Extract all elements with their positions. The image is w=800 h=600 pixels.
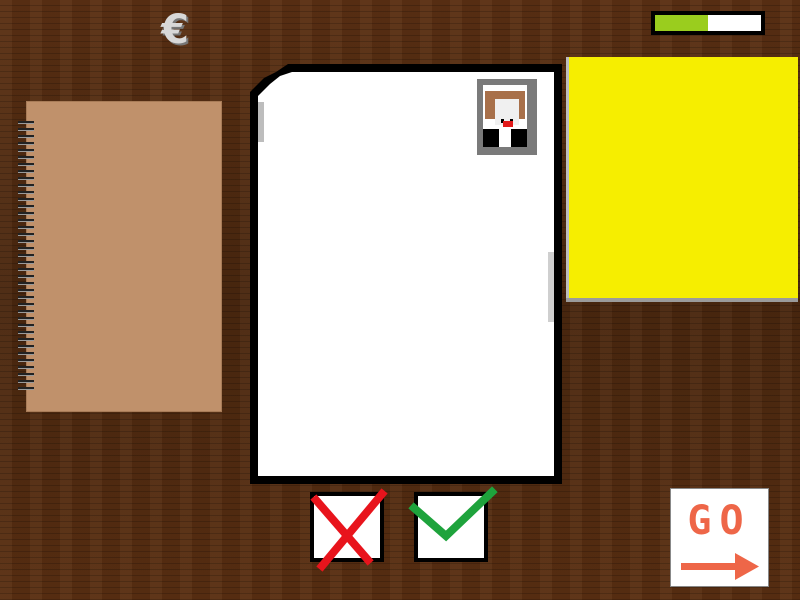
red-cross-icon [310,488,388,572]
currency-icon: € [161,7,189,53]
go-button[interactable]: GO [670,488,769,587]
go-label: GO [687,498,752,544]
reject-button[interactable] [310,488,388,572]
green-check-icon [408,486,498,542]
progress-meter-fill [655,15,708,31]
applicant-portrait [477,79,537,155]
spiral-binding [18,121,34,391]
right-arrow-icon [681,553,759,580]
progress-meter [651,11,765,35]
approve-button[interactable] [408,486,498,562]
sticky-note[interactable] [569,57,798,298]
notebook[interactable] [18,101,222,412]
